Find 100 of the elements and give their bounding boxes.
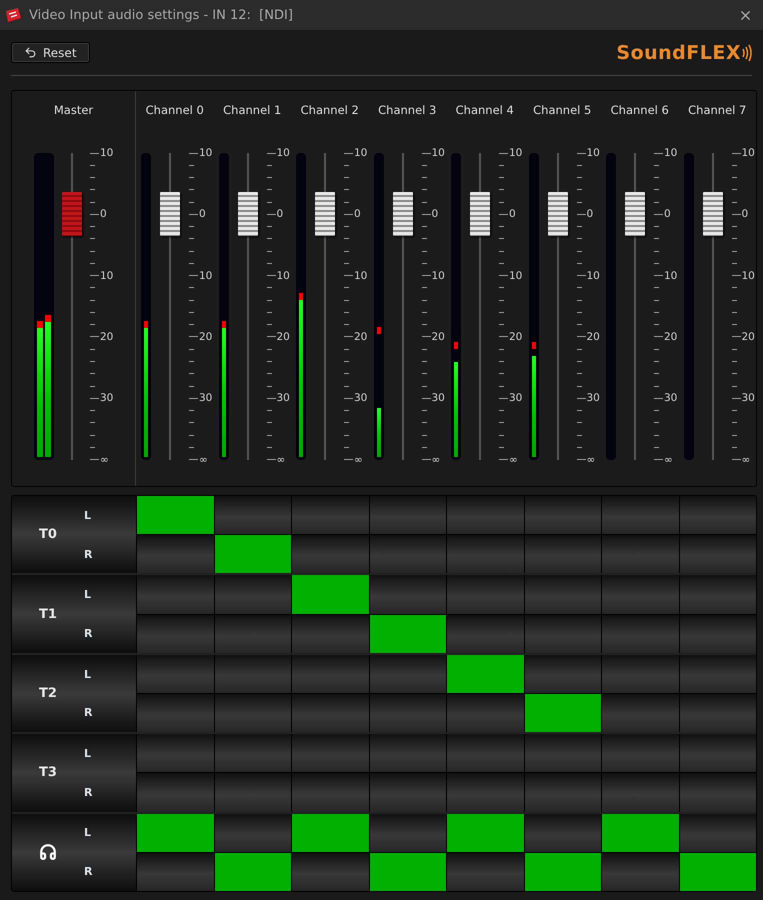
routing-cell[interactable] xyxy=(370,814,446,852)
scale-label: 10 xyxy=(509,270,522,282)
routing-cell[interactable] xyxy=(292,773,368,812)
routing-cell[interactable] xyxy=(137,614,214,653)
routing-cell[interactable] xyxy=(524,734,601,772)
routing-cell[interactable] xyxy=(292,496,368,534)
routing-cell[interactable] xyxy=(292,535,368,574)
routing-cell[interactable] xyxy=(602,535,678,574)
routing-cell[interactable] xyxy=(370,575,446,614)
routing-cell[interactable] xyxy=(447,575,524,614)
routing-cell[interactable] xyxy=(680,496,756,534)
routing-cell[interactable] xyxy=(680,852,756,892)
strip-name: Channel 5 xyxy=(532,103,592,118)
routing-cell[interactable] xyxy=(524,496,601,534)
routing-cell[interactable] xyxy=(447,614,524,653)
routing-cell[interactable] xyxy=(137,496,214,534)
channel-side-label: R xyxy=(84,706,92,720)
routing-cell[interactable] xyxy=(214,496,291,534)
routing-cell[interactable] xyxy=(214,734,291,772)
routing-cell[interactable] xyxy=(680,535,756,574)
routing-cell[interactable] xyxy=(292,814,368,852)
routing-cell[interactable] xyxy=(524,614,601,653)
routing-cell[interactable] xyxy=(447,852,524,892)
app-logo-icon xyxy=(5,8,21,22)
scale-label: 0 xyxy=(354,208,361,220)
routing-cell[interactable] xyxy=(602,575,678,614)
routing-cell[interactable] xyxy=(524,773,601,812)
routing-cell[interactable] xyxy=(602,814,678,852)
routing-cell[interactable] xyxy=(137,773,214,812)
routing-cell[interactable] xyxy=(447,535,524,574)
scale-label: 10 xyxy=(742,270,755,282)
routing-cell[interactable] xyxy=(602,694,678,732)
routing-cell[interactable] xyxy=(292,694,368,732)
routing-cell[interactable] xyxy=(137,814,214,852)
routing-cell[interactable] xyxy=(370,654,446,694)
routing-cell[interactable] xyxy=(370,535,446,574)
routing-cell[interactable] xyxy=(524,535,601,574)
routing-cell[interactable] xyxy=(602,852,678,892)
routing-cell[interactable] xyxy=(370,734,446,772)
routing-cell[interactable] xyxy=(602,614,678,653)
routing-cell[interactable] xyxy=(292,654,368,694)
track-label: T0 xyxy=(38,527,58,542)
routing-cell[interactable] xyxy=(214,694,291,732)
routing-cell[interactable] xyxy=(214,852,291,892)
scale-label: ∞ xyxy=(199,454,208,466)
routing-cell[interactable] xyxy=(292,852,368,892)
routing-cell[interactable] xyxy=(370,852,446,892)
scale-label: ∞ xyxy=(432,454,440,466)
routing-cell[interactable] xyxy=(137,734,214,772)
fader-knob[interactable] xyxy=(548,192,568,236)
routing-cell[interactable] xyxy=(602,734,678,772)
fader-knob[interactable] xyxy=(238,192,258,236)
routing-cell[interactable] xyxy=(370,694,446,732)
routing-cell[interactable] xyxy=(524,654,601,694)
routing-cell[interactable] xyxy=(602,496,678,534)
routing-cell[interactable] xyxy=(137,575,214,614)
strip-name: Channel 4 xyxy=(454,103,515,118)
routing-cell[interactable] xyxy=(214,535,291,574)
reset-button[interactable]: Reset xyxy=(11,42,90,63)
routing-cell[interactable] xyxy=(447,734,524,772)
scale-label: 30 xyxy=(100,392,114,404)
routing-cell[interactable] xyxy=(524,814,601,852)
fader-knob[interactable] xyxy=(702,192,722,236)
routing-cell[interactable] xyxy=(137,535,214,574)
routing-cell[interactable] xyxy=(524,852,601,892)
routing-cell[interactable] xyxy=(214,814,291,852)
routing-cell[interactable] xyxy=(370,614,446,653)
routing-cell[interactable] xyxy=(447,694,524,732)
fader-knob[interactable] xyxy=(392,192,412,236)
routing-cell[interactable] xyxy=(137,694,214,732)
routing-cell[interactable] xyxy=(680,773,756,812)
routing-cell[interactable] xyxy=(524,575,601,614)
routing-cell[interactable] xyxy=(680,614,756,653)
routing-cell[interactable] xyxy=(370,496,446,534)
routing-cell[interactable] xyxy=(370,773,446,812)
routing-cell[interactable] xyxy=(447,773,524,812)
routing-cell[interactable] xyxy=(292,575,368,614)
routing-cell[interactable] xyxy=(447,496,524,534)
routing-cell[interactable] xyxy=(602,773,678,812)
routing-cell[interactable] xyxy=(137,654,214,694)
routing-cell[interactable] xyxy=(680,694,756,732)
scale-label: 10 xyxy=(276,270,290,282)
routing-cell[interactable] xyxy=(524,694,601,732)
routing-cell[interactable] xyxy=(137,852,214,892)
routing-cell[interactable] xyxy=(680,734,756,772)
routing-cell[interactable] xyxy=(680,654,756,694)
routing-cell[interactable] xyxy=(680,814,756,852)
channel-side-label: R xyxy=(84,786,92,799)
routing-cell[interactable] xyxy=(292,614,368,653)
routing-cell[interactable] xyxy=(447,814,524,852)
routing-cell[interactable] xyxy=(602,654,678,694)
routing-cell[interactable] xyxy=(214,654,291,694)
routing-cell[interactable] xyxy=(214,575,291,614)
routing-cell[interactable] xyxy=(447,654,524,694)
routing-cell[interactable] xyxy=(292,734,368,772)
track-label: T2 xyxy=(38,686,58,702)
routing-cell[interactable] xyxy=(214,614,291,653)
channel-side-label: L xyxy=(84,588,92,602)
routing-cell[interactable] xyxy=(680,575,756,614)
routing-cell[interactable] xyxy=(214,773,291,812)
